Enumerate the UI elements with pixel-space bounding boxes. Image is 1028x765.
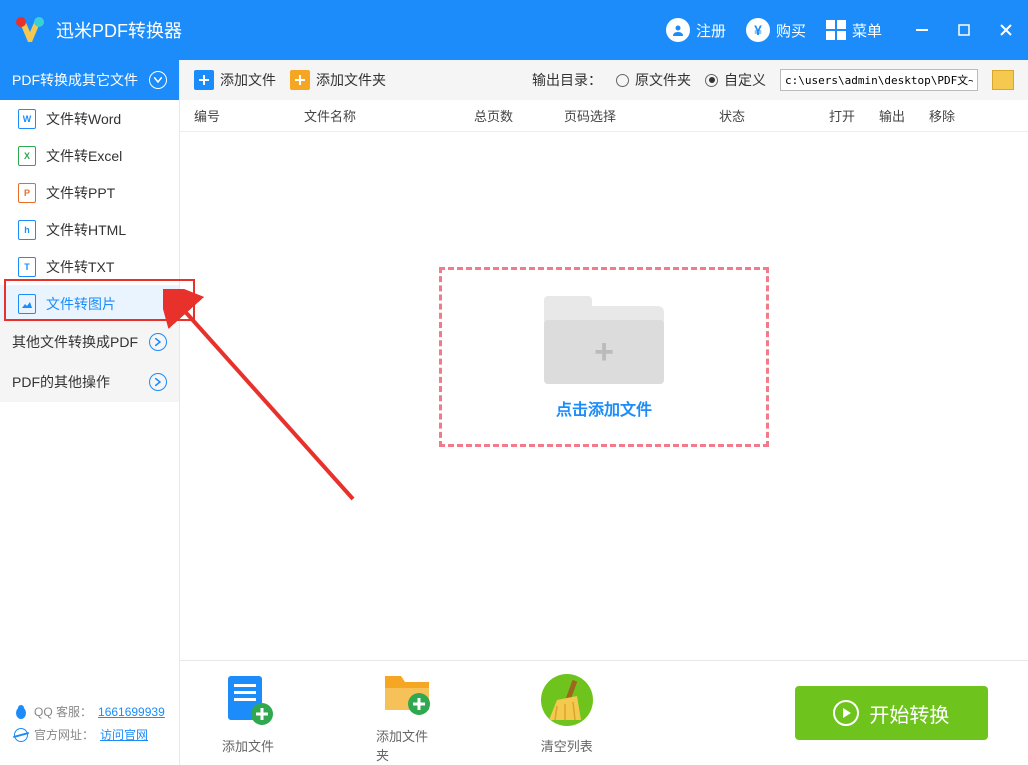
sidebar-item-to-excel[interactable]: X 文件转Excel <box>0 137 179 174</box>
maximize-button[interactable] <box>954 20 974 40</box>
grid-icon <box>826 20 846 40</box>
app-title: 迅米PDF转换器 <box>56 17 182 43</box>
sidebar-section-pdf-ops[interactable]: PDF的其他操作 <box>0 362 179 402</box>
sidebar-item-label: 文件转图片 <box>46 294 116 314</box>
ie-icon <box>14 728 28 742</box>
sidebar-section-label: PDF的其他操作 <box>12 372 110 392</box>
ppt-icon: P <box>18 183 36 203</box>
qq-icon <box>14 704 28 720</box>
chevron-right-icon <box>149 373 167 391</box>
add-file-button[interactable]: 添加文件 <box>194 70 276 90</box>
add-file-label: 添加文件 <box>220 70 276 90</box>
sidebar-footer: QQ 客服： 1661699939 官方网址： 访问官网 <box>0 693 179 765</box>
excel-icon: X <box>18 146 36 166</box>
column-output: 输出 <box>879 106 929 125</box>
sidebar-item-to-txt[interactable]: T 文件转TXT <box>0 248 179 285</box>
user-icon <box>666 18 690 42</box>
sidebar-item-to-ppt[interactable]: P 文件转PPT <box>0 174 179 211</box>
register-label: 注册 <box>696 20 726 41</box>
table-header: 编号 文件名称 总页数 页码选择 状态 打开 输出 移除 <box>180 100 1028 132</box>
folder-icon: + <box>544 294 664 384</box>
minimize-button[interactable] <box>912 20 932 40</box>
app-logo: 迅米PDF转换器 <box>12 12 182 48</box>
folder-plus-big-icon <box>379 662 435 718</box>
titlebar: 迅米PDF转换器 注册 ¥ 购买 菜单 <box>0 0 1028 60</box>
play-icon <box>833 700 859 726</box>
bottombar: 添加文件 添加文件夹 清空列表 开始转换 <box>180 660 1028 765</box>
file-plus-big-icon <box>220 672 276 728</box>
radio-label: 原文件夹 <box>635 70 691 90</box>
logo-icon <box>12 12 48 48</box>
broom-icon <box>539 672 595 728</box>
bottom-clear-list[interactable]: 清空列表 <box>539 672 595 755</box>
column-number: 编号 <box>194 106 304 125</box>
radio-custom-folder[interactable]: 自定义 <box>705 70 766 90</box>
output-path-input[interactable] <box>780 69 978 91</box>
sidebar-item-label: 文件转HTML <box>46 220 126 240</box>
radio-label: 自定义 <box>724 70 766 90</box>
html-icon: h <box>18 220 36 240</box>
column-open: 打开 <box>829 106 879 125</box>
sidebar-section-other-to-pdf[interactable]: 其他文件转换成PDF <box>0 322 179 362</box>
column-filename: 文件名称 <box>304 106 474 125</box>
drop-zone[interactable]: + 点击添加文件 <box>439 267 769 447</box>
menu-button[interactable]: 菜单 <box>816 16 892 45</box>
sidebar-item-to-html[interactable]: h 文件转HTML <box>0 211 179 248</box>
sidebar-section-label: PDF转换成其它文件 <box>12 70 138 90</box>
radio-checked-icon <box>705 74 718 87</box>
image-icon <box>18 294 36 314</box>
start-label: 开始转换 <box>869 699 949 728</box>
buy-button[interactable]: ¥ 购买 <box>736 14 816 46</box>
sidebar-item-to-image[interactable]: 文件转图片 <box>0 285 179 322</box>
toolbar: 添加文件 添加文件夹 输出目录： 原文件夹 自定义 <box>180 60 1028 100</box>
column-pages: 总页数 <box>474 106 564 125</box>
bottom-add-folder-label: 添加文件夹 <box>376 726 439 764</box>
menu-label: 菜单 <box>852 20 882 41</box>
column-status: 状态 <box>719 106 829 125</box>
site-link[interactable]: 访问官网 <box>100 726 148 743</box>
chevron-right-icon <box>149 333 167 351</box>
drop-zone-text: 点击添加文件 <box>556 396 652 420</box>
sidebar-item-label: 文件转PPT <box>46 183 115 203</box>
bottom-clear-label: 清空列表 <box>541 736 593 755</box>
sidebar-item-label: 文件转Excel <box>46 146 122 166</box>
yen-icon: ¥ <box>746 18 770 42</box>
file-list-area: + 点击添加文件 <box>180 132 1028 660</box>
bottom-add-folder[interactable]: 添加文件夹 <box>376 662 439 764</box>
sidebar: PDF转换成其它文件 W 文件转Word X 文件转Excel P 文件转PPT… <box>0 60 180 765</box>
radio-original-folder[interactable]: 原文件夹 <box>616 70 691 90</box>
txt-icon: T <box>18 257 36 277</box>
buy-label: 购买 <box>776 20 806 41</box>
bottom-add-file-label: 添加文件 <box>222 736 274 755</box>
site-label: 官方网址： <box>34 726 94 743</box>
chevron-down-icon <box>149 71 167 89</box>
start-convert-button[interactable]: 开始转换 <box>795 686 988 740</box>
qq-label: QQ 客服： <box>34 703 92 720</box>
radio-icon <box>616 74 629 87</box>
column-remove: 移除 <box>929 106 979 125</box>
sidebar-section-pdf-to-other[interactable]: PDF转换成其它文件 <box>0 60 179 100</box>
qq-link[interactable]: 1661699939 <box>98 705 165 719</box>
folder-plus-icon <box>290 70 310 90</box>
add-folder-button[interactable]: 添加文件夹 <box>290 70 386 90</box>
sidebar-item-label: 文件转Word <box>46 109 121 129</box>
sidebar-item-label: 文件转TXT <box>46 257 114 277</box>
sidebar-section-label: 其他文件转换成PDF <box>12 332 138 352</box>
file-plus-icon <box>194 70 214 90</box>
bottom-add-file[interactable]: 添加文件 <box>220 672 276 755</box>
column-page-select: 页码选择 <box>564 106 719 125</box>
close-button[interactable] <box>996 20 1016 40</box>
content-area: 添加文件 添加文件夹 输出目录： 原文件夹 自定义 编号 文件名称 总页数 <box>180 60 1028 765</box>
word-icon: W <box>18 109 36 129</box>
output-dir-label: 输出目录： <box>532 70 602 90</box>
browse-folder-button[interactable] <box>992 70 1014 90</box>
register-button[interactable]: 注册 <box>656 14 736 46</box>
add-folder-label: 添加文件夹 <box>316 70 386 90</box>
sidebar-item-to-word[interactable]: W 文件转Word <box>0 100 179 137</box>
